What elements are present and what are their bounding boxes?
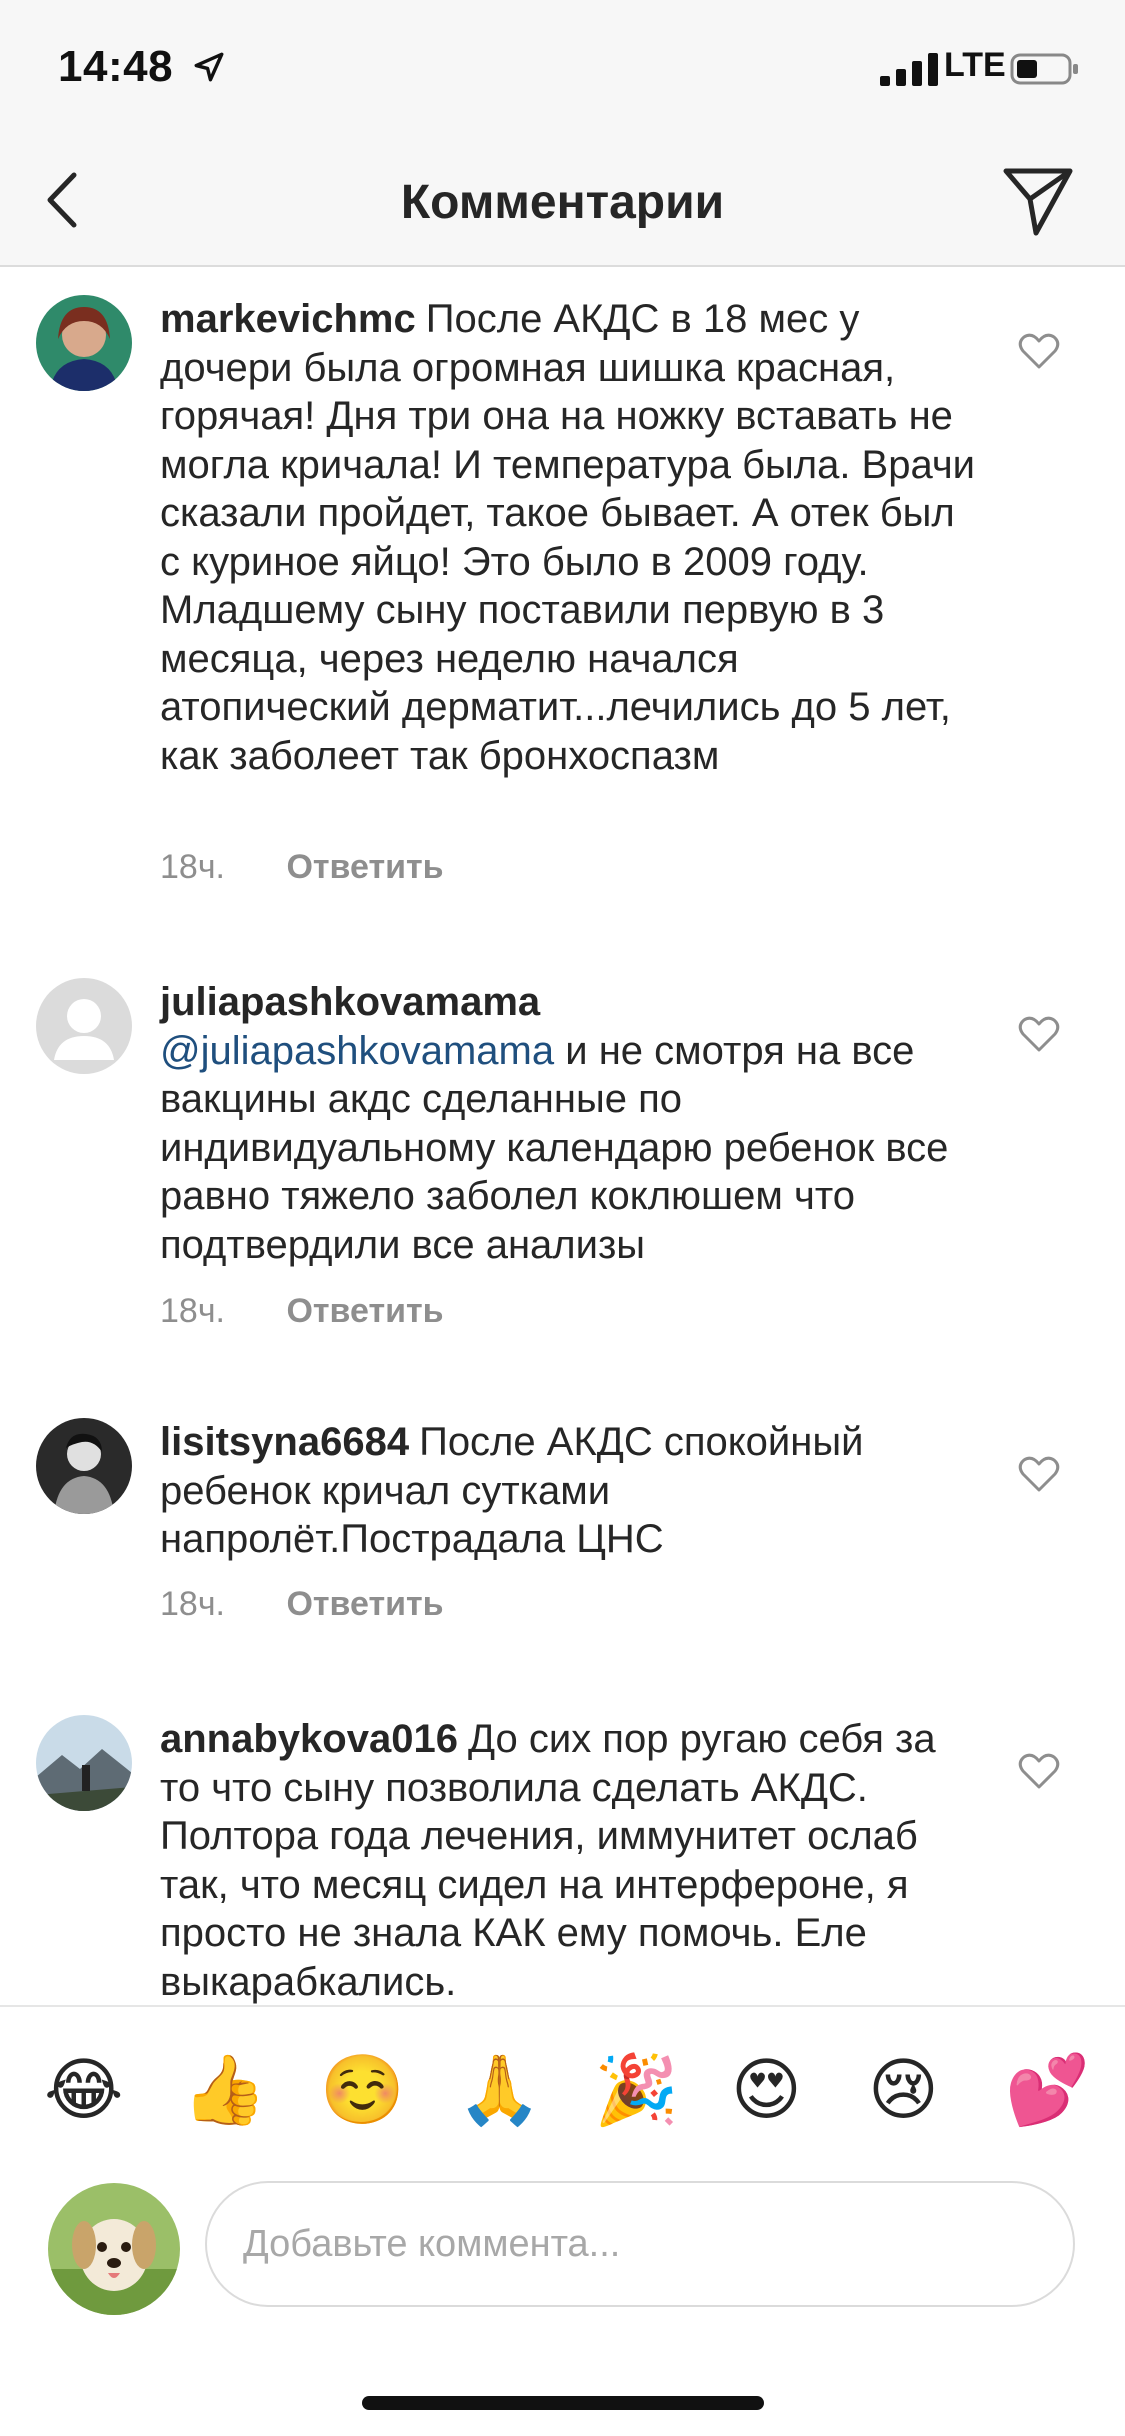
- quick-emoji-bar: 😂 👍 ☺️ 🙏 🎉 😍 😢 💕: [0, 2005, 1125, 2175]
- avatar[interactable]: [36, 1418, 132, 1514]
- reply-button[interactable]: Ответить: [286, 848, 443, 886]
- avatar[interactable]: [36, 978, 132, 1074]
- comment-mention[interactable]: @juliapashkovamama: [160, 1029, 554, 1073]
- location-arrow-icon: [194, 52, 224, 82]
- emoji-party-popper[interactable]: 🎉: [594, 2053, 679, 2129]
- battery-icon: [1010, 53, 1078, 85]
- reply-button[interactable]: Ответить: [286, 1292, 443, 1330]
- comment-username[interactable]: markevichmc: [160, 297, 416, 341]
- comment-text: lisitsyna6684 После АКДС спокойный ребено…: [160, 1418, 980, 1564]
- emoji-two-hearts[interactable]: 💕: [1005, 2053, 1090, 2129]
- comment-username[interactable]: juliapashkovamama: [160, 980, 540, 1024]
- comment-content: После АКДС в 18 мес у дочери была огромн…: [160, 297, 976, 778]
- comment-username[interactable]: lisitsyna6684: [160, 1420, 409, 1464]
- status-bar: 14:48 LTE: [0, 0, 1125, 135]
- comment-time: 18ч.: [160, 848, 225, 886]
- comment-time: 18ч.: [160, 1292, 225, 1330]
- comments-list[interactable]: markevichmc После АКДС в 18 мес у дочери …: [0, 265, 1125, 2005]
- comment-text: markevichmc После АКДС в 18 мес у дочери …: [160, 295, 980, 780]
- comment-meta: 18ч. Ответить: [160, 1292, 444, 1331]
- status-time: 14:48: [58, 42, 174, 91]
- direct-send-icon[interactable]: [1000, 163, 1076, 239]
- comment-username[interactable]: annabykova016: [160, 1717, 458, 1761]
- comment-meta: 18ч. Ответить: [160, 1585, 444, 1624]
- home-indicator: [362, 2396, 764, 2410]
- network-type: LTE: [944, 46, 1006, 84]
- comment-text: annabykova016 До сих пор ругаю себя за то…: [160, 1715, 980, 2005]
- avatar[interactable]: [36, 1715, 132, 1811]
- like-heart-icon[interactable]: [1018, 1015, 1060, 1053]
- avatar[interactable]: [36, 295, 132, 391]
- comment-compose: [0, 2173, 1125, 2436]
- cellular-signal-icon: [880, 53, 938, 86]
- my-avatar[interactable]: [48, 2183, 180, 2315]
- emoji-smiling[interactable]: ☺️: [320, 2053, 405, 2129]
- reply-button[interactable]: Ответить: [286, 1585, 443, 1623]
- page-title: Комментарии: [400, 176, 725, 229]
- like-heart-icon[interactable]: [1018, 332, 1060, 370]
- emoji-crying[interactable]: 😢: [868, 2053, 939, 2129]
- comment-input[interactable]: [205, 2181, 1075, 2307]
- emoji-laughing[interactable]: 😂: [44, 2053, 123, 2129]
- like-heart-icon[interactable]: [1018, 1455, 1060, 1493]
- comment-meta: 18ч. Ответить: [160, 848, 444, 887]
- nav-header: Комментарии: [0, 135, 1125, 267]
- like-heart-icon[interactable]: [1018, 1752, 1060, 1790]
- comment-text: juliapashkovamama @juliapashkovamama и н…: [160, 978, 980, 1269]
- emoji-heart-eyes[interactable]: 😍: [731, 2053, 802, 2129]
- emoji-thumbs-up[interactable]: 👍: [182, 2053, 267, 2129]
- comment-time: 18ч.: [160, 1585, 225, 1623]
- emoji-praying-hands[interactable]: 🙏: [457, 2053, 542, 2129]
